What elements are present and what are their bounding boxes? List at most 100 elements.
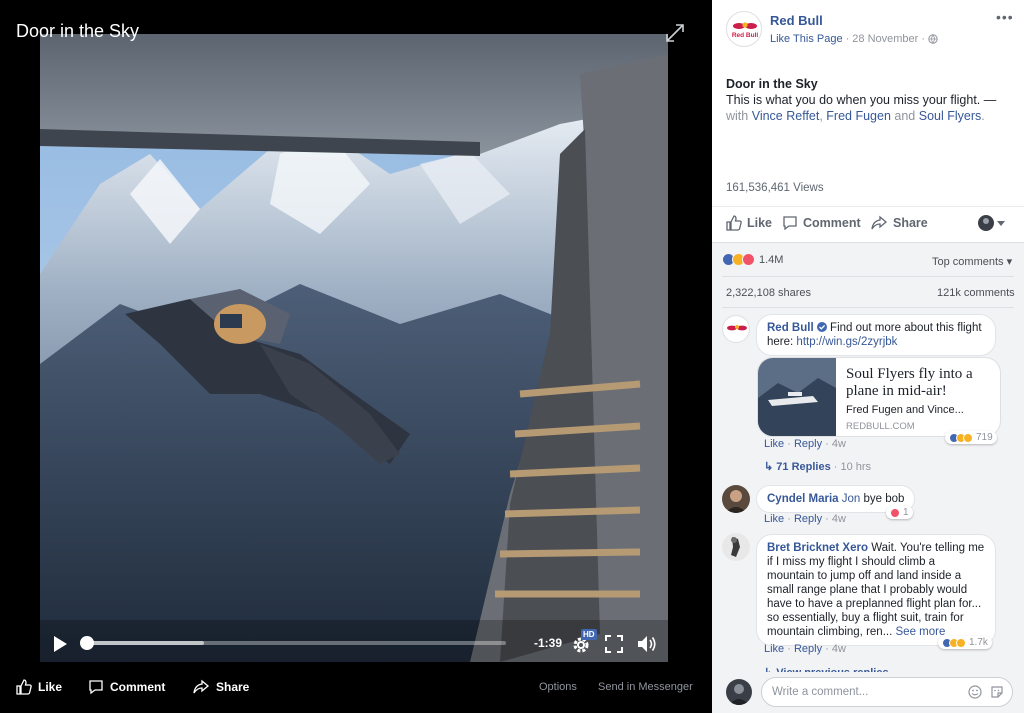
- post-body: Door in the Sky This is what you do when…: [726, 76, 1016, 124]
- comment-time[interactable]: 4w: [832, 438, 846, 450]
- link-domain: REDBULL.COM: [846, 421, 915, 432]
- comment-reply-link[interactable]: Reply: [794, 643, 822, 655]
- post-share-label: Share: [893, 216, 928, 230]
- post-title: Door in the Sky: [726, 77, 818, 91]
- comment-author[interactable]: Cyndel Maria: [767, 493, 839, 505]
- separator: ·: [787, 438, 794, 450]
- tag-with: with: [726, 109, 752, 123]
- send-in-messenger-link[interactable]: Send in Messenger: [598, 681, 693, 693]
- video-comment-button[interactable]: Comment: [88, 672, 165, 702]
- tag-vince-reffet[interactable]: Vince Reffet: [752, 109, 820, 123]
- page-avatar[interactable]: Red Bull: [726, 11, 762, 47]
- shares-count[interactable]: 2,322,108 shares: [726, 287, 811, 299]
- current-user-avatar[interactable]: [726, 679, 752, 705]
- more-options-icon[interactable]: •••: [996, 9, 1014, 25]
- user-avatar-image: [725, 490, 747, 513]
- viewer-identity-selector[interactable]: [978, 215, 1006, 231]
- reaction-summary[interactable]: 1.4M: [722, 253, 783, 266]
- comment-time[interactable]: 4w: [832, 643, 846, 655]
- see-more-link[interactable]: See more: [896, 626, 946, 638]
- comment-text: bye bob: [860, 493, 905, 505]
- globe-icon: [928, 34, 938, 44]
- comment-actions: Like · Reply · 4w: [764, 438, 846, 450]
- thumbs-up-icon: [16, 679, 32, 695]
- tag-and: and: [890, 109, 919, 123]
- separator: ·: [787, 513, 794, 525]
- emoji-icon[interactable]: [968, 685, 982, 699]
- comment-reactions[interactable]: 1: [886, 506, 913, 519]
- post-share-button[interactable]: Share: [870, 215, 928, 231]
- viewer-avatar: [978, 215, 994, 231]
- video-options-link[interactable]: Options: [539, 681, 577, 693]
- post-like-label: Like: [747, 216, 773, 230]
- post-comment-button[interactable]: Comment: [782, 215, 861, 231]
- expand-icon[interactable]: [664, 22, 686, 44]
- verified-badge-icon: [816, 322, 827, 332]
- comment-text: Wait. You're telling me if I miss my fli…: [767, 542, 985, 638]
- comments-count[interactable]: 121k comments: [937, 287, 1015, 299]
- comment-author[interactable]: Bret Bricknet Xero: [767, 542, 868, 554]
- comment-reaction-count: 1: [903, 507, 909, 518]
- share-icon: [871, 215, 888, 230]
- seek-handle[interactable]: [80, 636, 94, 650]
- replies-time: · 10 hrs: [833, 461, 872, 473]
- separator: ·: [825, 643, 832, 655]
- seek-bar[interactable]: [80, 636, 506, 650]
- caret-down-icon: [997, 221, 1005, 226]
- comment-like-link[interactable]: Like: [764, 643, 784, 655]
- comment-reactions[interactable]: 719: [945, 431, 997, 444]
- post-tags: with Vince Reffet, Fred Fugen and Soul F…: [726, 109, 985, 123]
- play-icon[interactable]: [52, 635, 68, 653]
- post-pane: Red Bull Red Bull Like This Page · 28 No…: [712, 0, 1024, 713]
- fullscreen-icon[interactable]: [605, 635, 623, 653]
- seek-buffered: [86, 641, 204, 645]
- post-comment-label: Comment: [803, 216, 861, 230]
- separator: ·: [825, 513, 832, 525]
- video-like-label: Like: [38, 680, 63, 694]
- comment-reaction-count: 1.7k: [969, 637, 988, 648]
- comment-like-link[interactable]: Like: [764, 438, 784, 450]
- link-thumbnail: [758, 358, 836, 436]
- replies-link[interactable]: ↳ 71 Replies · 10 hrs: [764, 460, 871, 473]
- video-player[interactable]: [40, 34, 668, 662]
- sticker-icon[interactable]: [990, 685, 1004, 699]
- video-share-button[interactable]: Share: [192, 672, 249, 702]
- comment-link[interactable]: http://win.gs/2zyrjbk: [796, 336, 897, 348]
- post-date[interactable]: · 28 November ·: [846, 33, 925, 45]
- comment-bubble: Red Bull Find out more about this flight…: [756, 314, 996, 356]
- like-page-link[interactable]: Like This Page: [770, 33, 843, 45]
- comment-reaction-count: 719: [976, 432, 993, 443]
- wow-reaction-icon: [956, 637, 966, 648]
- comment-avatar[interactable]: [722, 315, 750, 343]
- tag-soul-flyers[interactable]: Soul Flyers: [919, 109, 982, 123]
- comments-section: 1.4M Top comments ▾ 2,322,108 shares 121…: [712, 242, 1024, 713]
- comment-actions: Like · Reply · 4w: [764, 643, 846, 655]
- post-like-button[interactable]: Like: [726, 215, 772, 231]
- page-name[interactable]: Red Bull: [770, 13, 823, 28]
- comment-like-link[interactable]: Like: [764, 513, 784, 525]
- comment-time[interactable]: 4w: [832, 513, 846, 525]
- comment-reactions[interactable]: 1.7k: [938, 636, 992, 649]
- post-meta: Like This Page · 28 November ·: [770, 33, 938, 45]
- tag-fred-fugen[interactable]: Fred Fugen: [826, 109, 891, 123]
- divider: [722, 276, 1014, 277]
- volume-icon[interactable]: [636, 634, 658, 654]
- link-preview-card[interactable]: Soul Flyers fly into a plane in mid-air!…: [757, 357, 1001, 437]
- comment-tag[interactable]: Jon: [842, 493, 861, 505]
- comment-composer: [712, 672, 1024, 713]
- comment-reply-link[interactable]: Reply: [794, 513, 822, 525]
- comment-reply-link[interactable]: Reply: [794, 438, 822, 450]
- post-action-bar: Like Comment Share: [712, 206, 1024, 242]
- top-comments-filter[interactable]: Top comments ▾: [932, 255, 1012, 268]
- reaction-count: 1.4M: [759, 253, 784, 266]
- video-title: Door in the Sky: [16, 21, 140, 41]
- comment-actions: Like · Reply · 4w: [764, 513, 846, 525]
- user-avatar-image: [731, 537, 740, 557]
- wow-reaction-icon: [963, 432, 973, 443]
- comment-avatar[interactable]: [722, 485, 750, 513]
- red-bull-logo: [727, 325, 747, 331]
- comment-author[interactable]: Red Bull: [767, 322, 814, 334]
- replies-count[interactable]: 71 Replies: [776, 461, 830, 473]
- comment-avatar[interactable]: [722, 533, 750, 561]
- video-like-button[interactable]: Like: [16, 672, 62, 702]
